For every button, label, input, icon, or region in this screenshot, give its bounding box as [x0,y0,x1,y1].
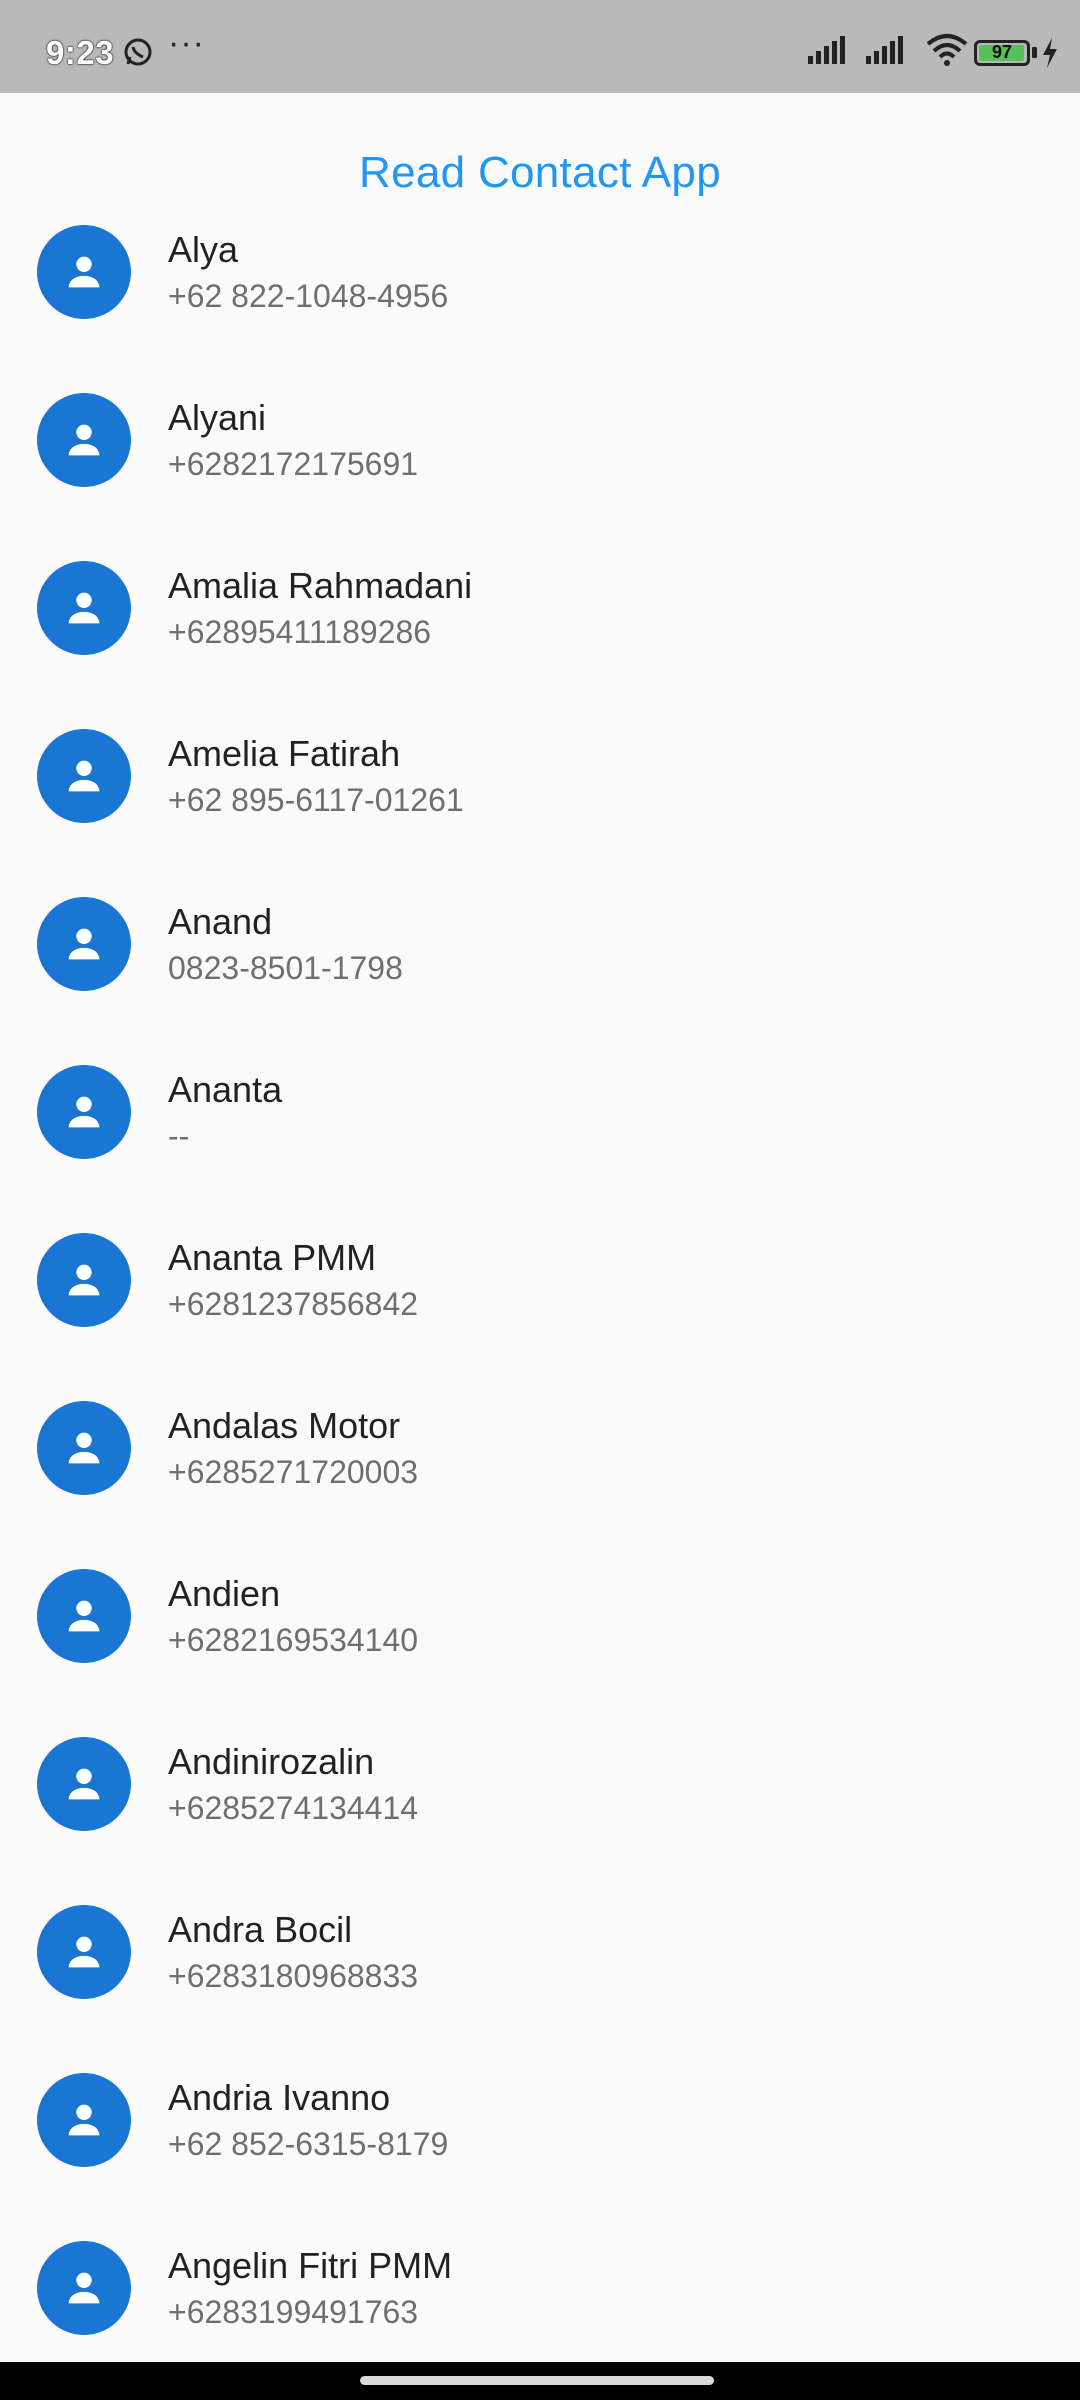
avatar [37,2073,131,2167]
person-icon [68,1432,100,1464]
contact-name: Angelin Fitri PMM [168,2245,453,2286]
status-time: 9:23 [46,34,115,71]
avatar [37,561,131,655]
contact-phone: +6283180968833 [168,1958,419,1994]
contact-phone: +62 852-6315-8179 [168,2126,449,2162]
contact-name: Alya [168,229,239,270]
contact-name: Anand [168,901,273,942]
contact-name: Ananta PMM [168,1237,377,1278]
contact-name: Andria Ivanno [168,2077,391,2118]
contact-phone: -- [168,1118,190,1154]
contact-list-item[interactable]: Andien +6282169534140 [0,1559,1080,1727]
avatar [37,225,131,319]
contact-name: Andra Bocil [168,1909,353,1950]
app-bar: Read Contact App [0,93,1080,223]
avatar [37,393,131,487]
avatar [37,1233,131,1327]
contact-list-item[interactable]: Andra Bocil +6283180968833 [0,1895,1080,2063]
contact-phone: +62 895-6117-01261 [168,782,464,818]
person-icon [68,424,100,456]
contact-list[interactable]: Alya +62 822-1048-4956 Alyani +628217217569… [0,215,1080,2370]
contact-phone: +6282172175691 [168,446,419,482]
avatar [37,1905,131,1999]
contact-phone: +6282169534140 [168,1622,419,1658]
contact-list-item[interactable]: Amalia Rahmadani +62895411189286 [0,551,1080,719]
charging-icon [1043,38,1057,68]
person-icon [68,1096,100,1128]
contact-list-item[interactable]: Alya +62 822-1048-4956 [0,215,1080,383]
contact-list-item[interactable]: Angelin Fitri PMM +6283199491763 [0,2231,1080,2370]
contact-phone: +6281237856842 [168,1286,419,1322]
contact-list-item[interactable]: Andalas Motor +6285271720003 [0,1391,1080,1559]
person-icon [68,1600,100,1632]
contact-phone: 0823-8501-1798 [168,950,403,986]
battery-icon: 97 [974,40,1030,66]
status-bar: 9:23 ··· 97 [0,0,1080,93]
avatar [37,1569,131,1663]
navigation-bar [0,2362,1080,2400]
avatar [37,729,131,823]
avatar [37,1401,131,1495]
signal-icon [808,36,845,64]
signal-icon [866,36,903,64]
battery-level: 97 [991,42,1013,62]
screen: 9:23 ··· 97 Read Contact App Alya +62 82… [0,0,1080,2400]
contact-list-item[interactable]: Alyani +6282172175691 [0,383,1080,551]
contact-list-item[interactable]: Anand 0823-8501-1798 [0,887,1080,1055]
contact-phone: +62895411189286 [168,614,432,650]
contact-name: Andien [168,1573,281,1614]
contact-name: Alyani [168,397,267,438]
person-icon [68,592,100,624]
person-icon [68,2104,100,2136]
wifi-icon [926,34,968,66]
avatar [37,897,131,991]
contact-list-item[interactable]: Amelia Fatirah +62 895-6117-01261 [0,719,1080,887]
contact-name: Ananta [168,1069,283,1110]
avatar [37,1737,131,1831]
person-icon [68,2272,100,2304]
contact-phone: +6285274134414 [168,1790,419,1826]
more-icon: ··· [168,24,205,62]
person-icon [68,256,100,288]
person-icon [68,1264,100,1296]
contact-name: Amalia Rahmadani [168,565,473,606]
contact-name: Andinirozalin [168,1741,375,1782]
person-icon [68,1768,100,1800]
contact-list-item[interactable]: Andria Ivanno +62 852-6315-8179 [0,2063,1080,2231]
contact-phone: +6283199491763 [168,2294,419,2330]
person-icon [68,1936,100,1968]
contact-list-item[interactable]: Andinirozalin +6285274134414 [0,1727,1080,1895]
whatsapp-icon [124,38,152,66]
home-gesture-handle[interactable] [360,2376,714,2385]
contact-name: Andalas Motor [168,1405,401,1446]
avatar [37,1065,131,1159]
contact-name: Amelia Fatirah [168,733,401,774]
contact-phone: +62 822-1048-4956 [168,278,449,314]
contact-list-item[interactable]: Ananta PMM +6281237856842 [0,1223,1080,1391]
avatar [37,2241,131,2335]
contact-list-item[interactable]: Ananta -- [0,1055,1080,1223]
battery-cap [1032,47,1037,58]
person-icon [68,760,100,792]
person-icon [68,928,100,960]
contact-phone: +6285271720003 [168,1454,419,1490]
app-title: Read Contact App [359,148,721,197]
